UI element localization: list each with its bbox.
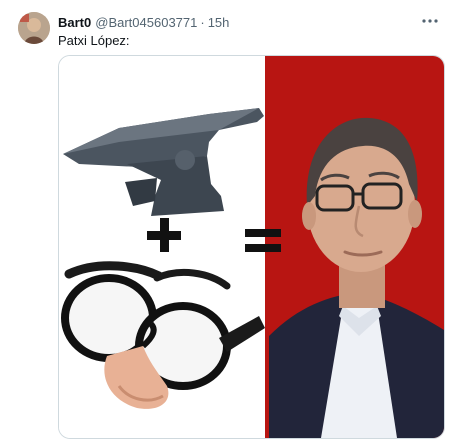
ellipsis-icon (422, 19, 438, 23)
avatar[interactable] (18, 12, 50, 44)
timestamp[interactable]: 15h (208, 15, 230, 30)
meme-image (59, 56, 444, 438)
more-options-button[interactable] (419, 12, 441, 30)
tweet-text: Patxi López: (58, 33, 130, 48)
tweet[interactable]: Bart0 @Bart045603771 · 15h Patxi López: (0, 0, 455, 442)
user-handle[interactable]: @Bart045603771 (95, 15, 197, 30)
display-name[interactable]: Bart0 (58, 15, 91, 30)
avatar-image (18, 12, 50, 44)
tweet-media[interactable] (58, 55, 445, 439)
tweet-header: Bart0 @Bart045603771 · 15h (58, 13, 415, 31)
separator-dot: · (200, 14, 205, 30)
